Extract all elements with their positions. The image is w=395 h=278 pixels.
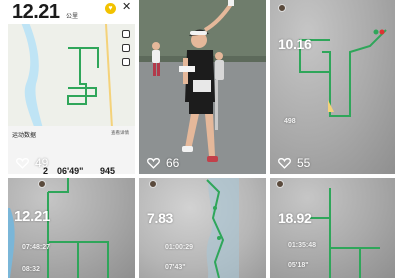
share-icon[interactable] [122,44,130,52]
meta-value: 498 [284,118,296,125]
post-tile-route-map[interactable]: 7.83 01:00:29 07'43" [139,178,266,278]
avatar[interactable] [38,180,46,188]
favorite-button[interactable]: ♥ [105,3,116,14]
like-count: 49 [35,156,49,170]
calories-value: 945 [100,166,116,174]
distance-value: 10.16 [278,36,312,52]
distance-unit: 公里 [66,14,79,20]
route-map [8,24,135,128]
close-icon[interactable]: ✕ [122,2,131,13]
avatar[interactable] [149,180,157,188]
heart-outline-icon [16,158,29,169]
post-grid: 12.21 公里 ♥ ✕ 运动数据 查看详情 2 06'49" 945 49 6… [0,0,395,278]
route-map-drawing [299,29,387,117]
distance-value: 12.21 [14,208,51,225]
like-counter[interactable]: 49 [16,156,48,170]
heart-outline-icon [147,158,160,169]
distance-value: 7.83 [147,210,174,226]
layers-icon[interactable] [122,30,130,38]
pace-value: 06'49" [57,166,84,174]
like-count: 55 [297,156,311,170]
post-tile-route-map[interactable]: 18.92 01:35:48 05'18" [270,178,395,278]
route-map-drawing [206,178,239,278]
pace-value: 07'43" [165,264,186,271]
post-tile-route-map[interactable]: 12.21 07:48:27 08:32 [8,178,135,278]
river [21,24,43,128]
post-tile-app-screenshot[interactable]: 12.21 公里 ♥ ✕ 运动数据 查看详情 2 06'49" 945 49 [8,0,135,174]
post-tile-route-map[interactable]: 10.16 498 55 [270,0,395,174]
avatar[interactable] [276,180,284,188]
section-title: 运动数据 [12,133,37,139]
heart-outline-icon [278,158,291,169]
map-tool-buttons [122,30,131,66]
detail-link[interactable]: 查看详情 [111,130,129,136]
avatar[interactable] [278,4,286,12]
runner-photo [139,0,266,174]
like-count: 66 [166,156,180,170]
route-line [67,47,99,105]
distance-value: 18.92 [278,210,312,226]
heart-icon: ♥ [108,5,113,12]
post-tile-photo[interactable]: 66 [139,0,266,174]
duration-value: 07:48:27 [22,244,51,251]
pace-value: 05'18" [288,262,309,269]
duration-value: 01:00:29 [165,244,194,251]
settings-icon[interactable] [122,58,130,66]
route-map-drawing [8,178,109,278]
distance-value: 12.21 [12,1,60,23]
like-counter[interactable]: 55 [278,156,310,170]
route-map-drawing [21,24,113,128]
road [105,24,113,128]
like-counter[interactable]: 66 [147,156,179,170]
pace-value: 08:32 [22,266,40,273]
duration-value: 01:35:48 [288,242,317,249]
